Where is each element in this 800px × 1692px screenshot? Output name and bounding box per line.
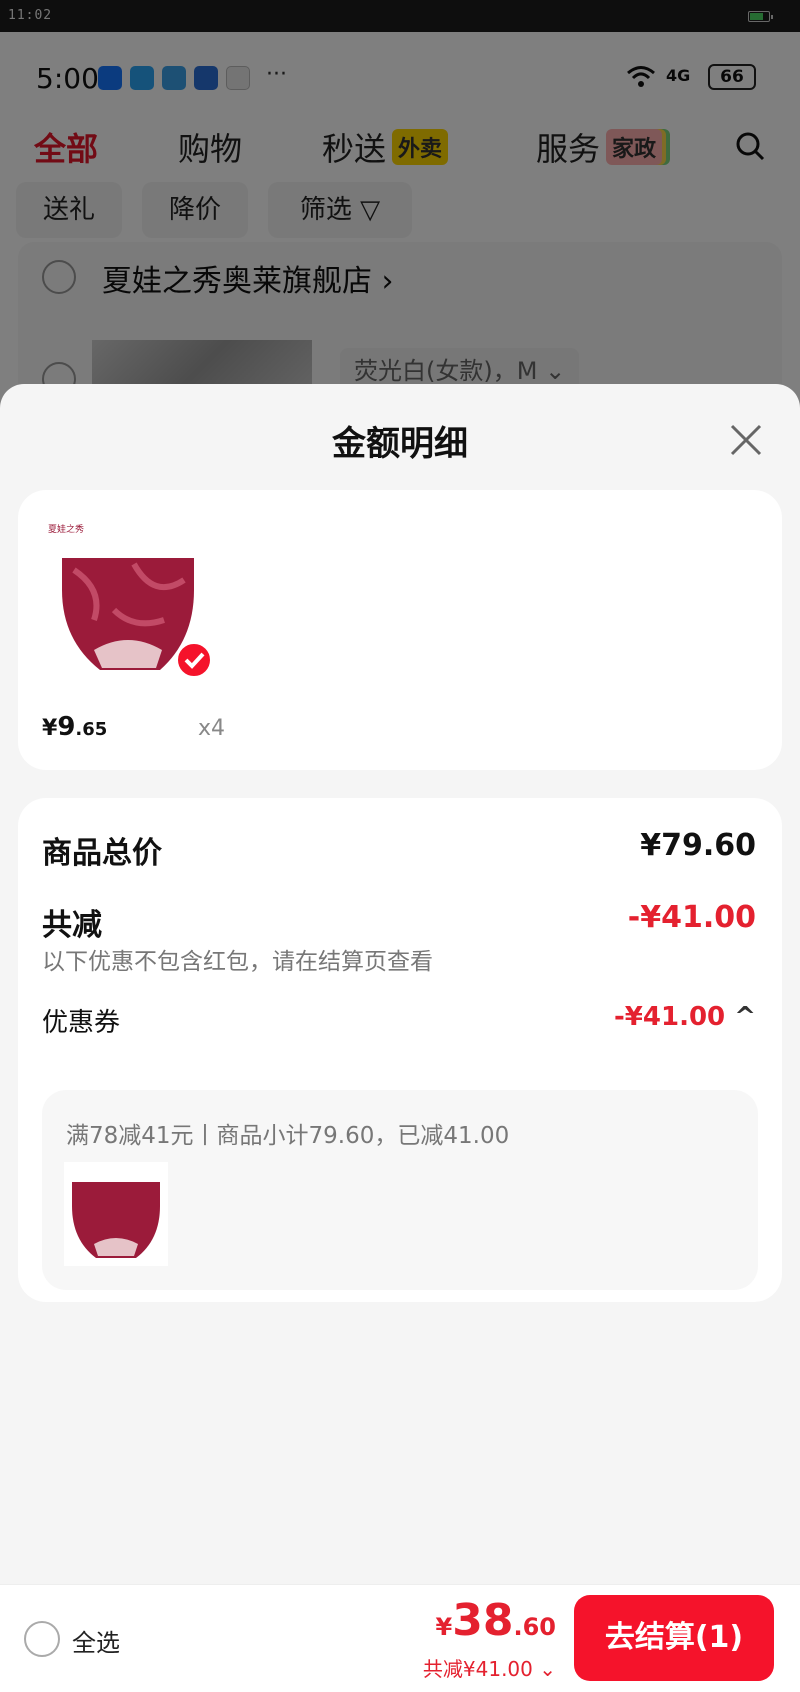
price-detail-sheet: 金额明细 夏娃之秀 ¥9.65 x4 商品总价 ¥79.60 共减 -¥41.0… bbox=[0, 384, 800, 1584]
discount-note: 以下优惠不包含红包，请在结算页查看 bbox=[42, 949, 433, 975]
coupon-toggle[interactable]: -¥41.00 ^ bbox=[614, 1002, 756, 1032]
product-brand-text: 夏娃之秀 bbox=[48, 523, 84, 535]
goods-total-value: ¥79.60 bbox=[640, 828, 756, 863]
price-int: 9 bbox=[57, 712, 76, 742]
chevron-down-icon: ⌄ bbox=[539, 1657, 556, 1681]
summary-card: 商品总价 ¥79.60 共减 -¥41.00 以下优惠不包含红包，请在结算页查看… bbox=[18, 798, 782, 1302]
coupon-detail-text: 满78减41元丨商品小计79.60，已减41.00 bbox=[66, 1123, 510, 1149]
product-card: 夏娃之秀 ¥9.65 x4 bbox=[18, 490, 782, 770]
product-quantity: x4 bbox=[198, 716, 226, 741]
select-all-label[interactable]: 全选 bbox=[72, 1623, 120, 1658]
checkout-button[interactable]: 去结算(1) bbox=[574, 1595, 774, 1681]
total-currency: ¥ bbox=[435, 1613, 453, 1641]
discount-value: -¥41.00 bbox=[627, 900, 756, 935]
chevron-up-icon: ^ bbox=[734, 1002, 756, 1032]
total-dec: .60 bbox=[513, 1613, 556, 1641]
selected-check-icon[interactable] bbox=[176, 642, 212, 678]
goods-total-label: 商品总价 bbox=[42, 836, 162, 871]
total-price: ¥38.60 bbox=[436, 1595, 556, 1646]
sheet-title: 金额明细 bbox=[332, 424, 468, 464]
price-currency: ¥ bbox=[42, 716, 58, 741]
total-discount-toggle[interactable]: 共减¥41.00 ⌄ bbox=[423, 1653, 556, 1682]
close-icon[interactable] bbox=[726, 420, 766, 460]
checkout-bar: 全选 ¥38.60 共减¥41.00 ⌄ 去结算(1) bbox=[0, 1584, 800, 1692]
total-int: 38 bbox=[452, 1595, 514, 1646]
coupon-detail-box: 满78减41元丨商品小计79.60，已减41.00 bbox=[42, 1090, 758, 1290]
total-discount: 共减¥41.00 bbox=[422, 1657, 533, 1681]
coupon-label: 优惠券 bbox=[42, 1008, 121, 1038]
discount-label: 共减 bbox=[42, 908, 102, 943]
price-dec: .65 bbox=[75, 719, 108, 740]
select-all-radio[interactable] bbox=[24, 1621, 60, 1657]
coupon-product-image bbox=[64, 1162, 168, 1266]
coupon-value: -¥41.00 bbox=[614, 1002, 726, 1032]
product-price: ¥9.65 bbox=[42, 712, 107, 742]
